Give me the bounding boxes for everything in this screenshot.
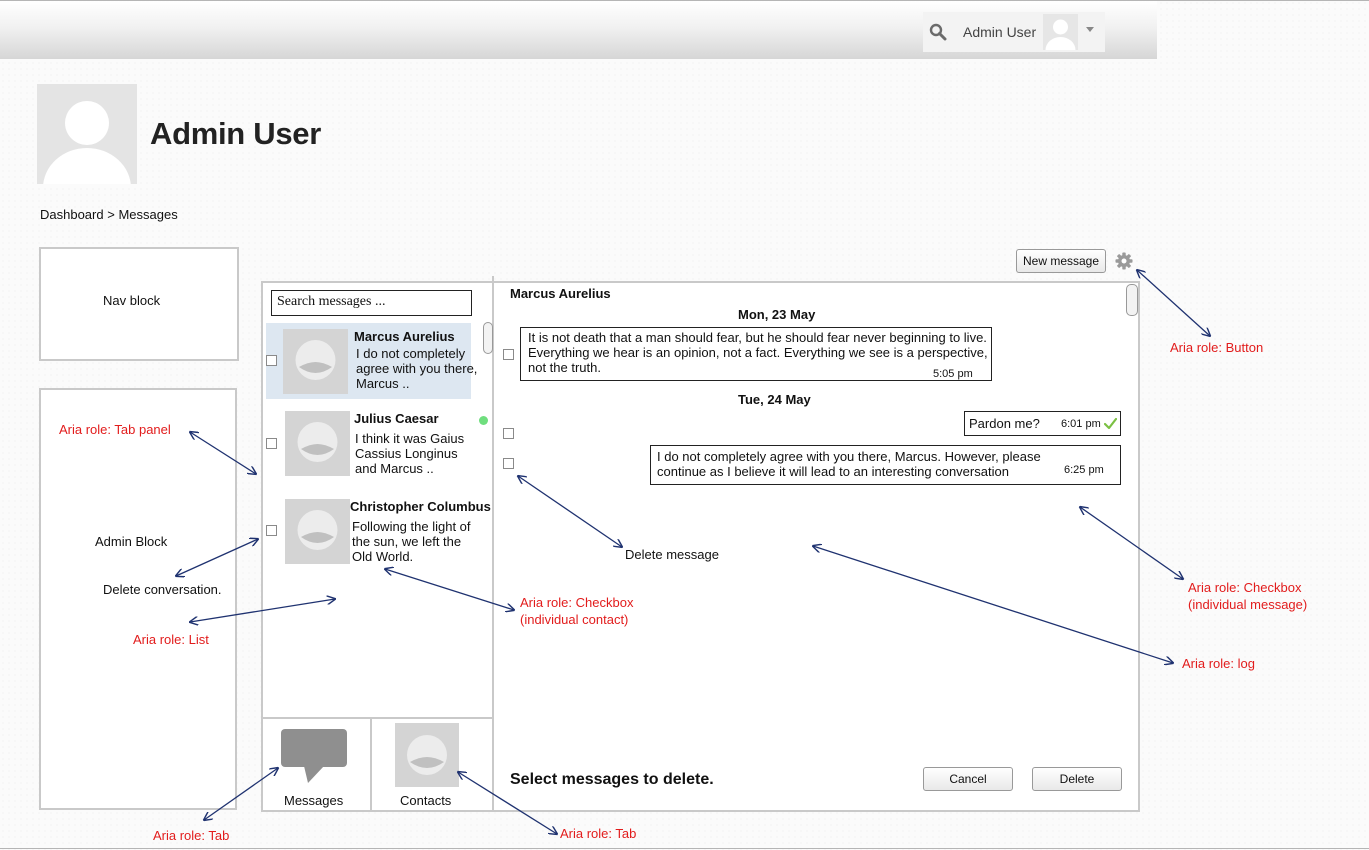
select-to-delete-prompt: Select messages to delete. [510, 771, 714, 788]
tab-messages[interactable]: Messages [284, 793, 343, 808]
conversation-title: Marcus Aurelius [510, 286, 611, 301]
cancel-button[interactable]: Cancel [923, 767, 1013, 791]
search-icon[interactable] [929, 23, 947, 41]
breadcrumb-separator: > [107, 207, 115, 222]
new-message-button[interactable]: New message [1016, 249, 1106, 273]
admin-block-label: Admin Block [95, 534, 168, 549]
delete-button[interactable]: Delete [1032, 767, 1122, 791]
message-bubble[interactable]: It is not death that a man should fear, … [520, 327, 992, 381]
contact-preview: I think it was Gaius Cassius Longinus an… [355, 431, 465, 476]
annotation-log: Aria role: log [1182, 656, 1255, 671]
page-title: Admin User [150, 116, 321, 151]
annotation-checkbox-contact-detail: (individual contact) [520, 612, 629, 627]
contacts-tab-avatar[interactable] [395, 723, 459, 787]
message-checkbox[interactable] [503, 428, 514, 439]
contact-avatar[interactable] [283, 329, 348, 394]
search-messages-input[interactable]: Search messages ... [271, 290, 472, 316]
annotation-delete-message: Delete message [625, 547, 719, 562]
breadcrumb-messages[interactable]: Messages [118, 207, 177, 222]
message-bubble[interactable]: I do not completely agree with you there… [650, 445, 1121, 485]
online-status-indicator [479, 416, 488, 425]
chevron-down-icon[interactable] [1086, 27, 1094, 32]
annotation-checkbox-message-detail: (individual message) [1188, 597, 1308, 612]
tabs-separator [370, 719, 372, 811]
breadcrumb-dashboard[interactable]: Dashboard [40, 207, 104, 222]
topbar-username[interactable]: Admin User [963, 24, 1036, 40]
profile-avatar [37, 84, 137, 184]
contact-checkbox[interactable] [266, 355, 277, 366]
message-bubble[interactable]: Pardon me? 6:01 pm [964, 411, 1121, 436]
contact-avatar[interactable] [285, 499, 350, 564]
search-placeholder: Search messages ... [277, 294, 386, 309]
contact-checkbox[interactable] [266, 525, 277, 536]
message-time: 6:25 pm [1064, 464, 1104, 476]
tab-contacts[interactable]: Contacts [400, 793, 451, 808]
day-label: Mon, 23 May [738, 307, 816, 322]
message-text: Pardon me? [969, 416, 1040, 431]
annotation-tab-contacts: Aria role: Tab [560, 826, 637, 841]
message-time: 6:01 pm [1061, 418, 1101, 430]
nav-block-label: Nav block [103, 293, 161, 308]
contact-name[interactable]: Marcus Aurelius [354, 329, 455, 344]
contact-list-scrollbar[interactable] [483, 322, 493, 354]
admin-block [39, 388, 237, 810]
message-checkbox[interactable] [503, 349, 514, 360]
gear-icon[interactable] [1115, 252, 1133, 270]
annotation-checkbox-contact: Aria role: Checkbox [520, 595, 634, 610]
delete-conversation-label: Delete conversation. [103, 582, 222, 597]
contact-preview: I do not completely agree with you there… [356, 346, 478, 391]
user-avatar[interactable] [1043, 14, 1078, 50]
tabs-divider [263, 717, 493, 719]
annotation-list: Aria role: List [133, 632, 209, 647]
arrow-button [1137, 270, 1210, 336]
annotation-tab-panel: Aria role: Tab panel [59, 422, 171, 437]
message-text: I do not completely agree with you there… [657, 449, 1041, 479]
message-text: It is not death that a man should fear, … [528, 330, 988, 375]
contact-name[interactable]: Julius Caesar [354, 411, 439, 426]
contact-name[interactable]: Christopher Columbus [350, 499, 491, 514]
annotation-tab-messages: Aria role: Tab [153, 828, 230, 843]
read-check-icon [1104, 417, 1117, 430]
speech-bubble-icon[interactable] [280, 728, 348, 784]
message-log-scrollbar[interactable] [1126, 284, 1138, 316]
contact-checkbox[interactable] [266, 438, 277, 449]
annotation-checkbox-message: Aria role: Checkbox [1188, 580, 1302, 595]
panel-divider [492, 276, 494, 812]
message-checkbox[interactable] [503, 458, 514, 469]
annotation-button: Aria role: Button [1170, 340, 1264, 355]
day-label: Tue, 24 May [738, 392, 811, 407]
breadcrumb: Dashboard > Messages [40, 207, 178, 222]
contact-preview: Following the light of the sun, we left … [352, 519, 471, 564]
contact-avatar[interactable] [285, 411, 350, 476]
message-time: 5:05 pm [933, 368, 973, 380]
